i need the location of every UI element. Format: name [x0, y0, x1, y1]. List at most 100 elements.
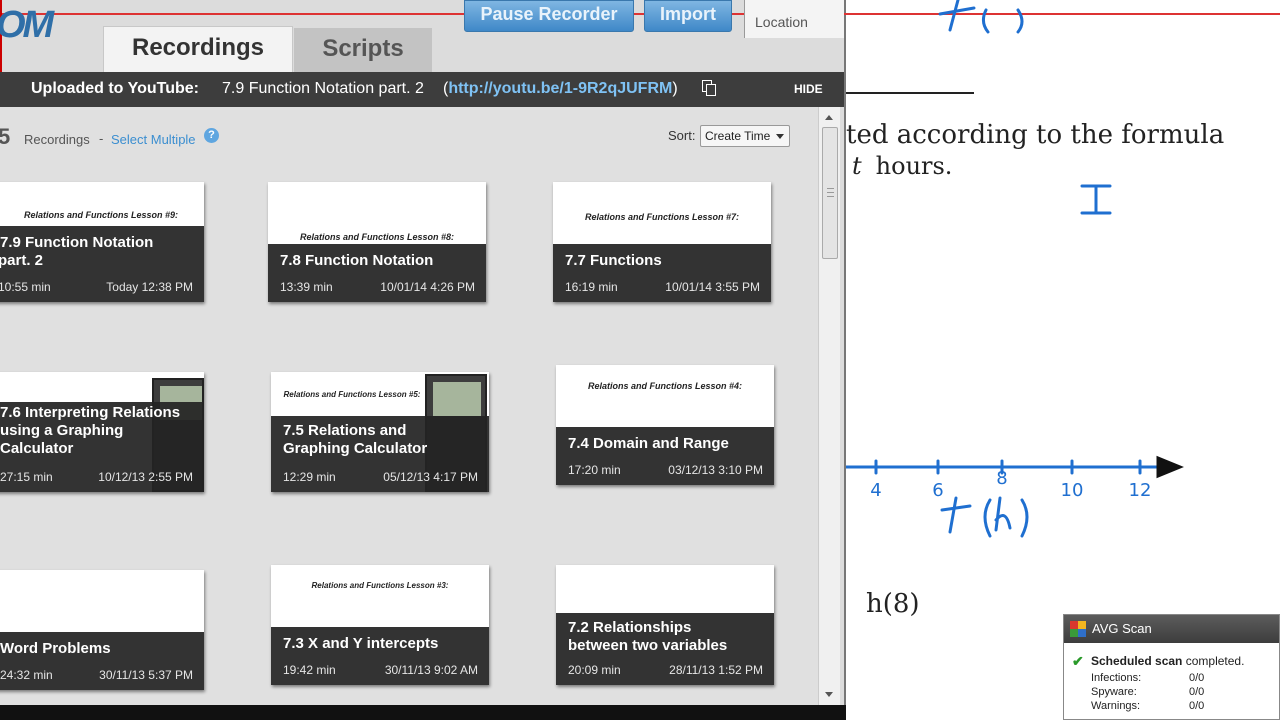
- hide-banner-button[interactable]: HIDE: [794, 82, 823, 96]
- recording-duration: 27:15 min: [0, 470, 53, 484]
- select-multiple-link[interactable]: Select Multiple: [111, 132, 196, 147]
- tick-label: 4: [870, 480, 881, 501]
- recording-title: 7.7 Functions: [565, 252, 662, 269]
- recording-card[interactable]: Word Problems 24:32 min 30/11/13 5:37 PM: [0, 570, 204, 690]
- copy-link-icon[interactable]: [702, 80, 718, 96]
- recording-title: 7.8 Function Notation: [280, 252, 434, 269]
- avg-row-value: 0/0: [1189, 686, 1205, 698]
- location-panel[interactable]: Location: [744, 0, 844, 38]
- recording-title: 7.5 Relations and: [283, 422, 407, 439]
- avg-notification[interactable]: AVG Scan ✔ Scheduled scan completed. Inf…: [1063, 614, 1280, 720]
- avg-row-infections: Infections: 0/0: [1091, 672, 1204, 684]
- thumbnail-title: Relations and Functions Lesson #7:: [584, 212, 740, 222]
- recording-info: 7.3 X and Y intercepts 19:42 min 30/11/1…: [271, 627, 489, 685]
- recording-date: Today 12:38 PM: [106, 280, 193, 294]
- recording-duration: 17:20 min: [568, 463, 621, 477]
- recording-title: 7.9 Function Notation: [0, 234, 154, 251]
- recorder-app-window: OM Pause Recorder Import Location Record…: [0, 0, 846, 720]
- avg-status-rest: completed.: [1185, 654, 1245, 668]
- recording-title-line3: Calculator: [0, 440, 74, 457]
- avg-status-bold: Scheduled scan: [1091, 654, 1183, 668]
- avg-row-warnings: Warnings: 0/0: [1091, 700, 1204, 712]
- recording-info: 7.9 Function Notation part. 2 10:55 min …: [0, 226, 204, 302]
- recording-card[interactable]: Relations and Functions Lesson #3: 7.3 X…: [271, 565, 489, 685]
- tick-label: 8: [996, 468, 1007, 489]
- avg-status: Scheduled scan completed.: [1091, 654, 1244, 668]
- url-close-paren: ): [672, 80, 678, 97]
- recording-duration: 16:19 min: [565, 280, 618, 294]
- banner-title: 7.9 Function Notation part. 2: [222, 80, 424, 97]
- recording-date: 30/11/13 9:02 AM: [384, 663, 478, 677]
- recording-info: Word Problems 24:32 min 30/11/13 5:37 PM: [0, 632, 204, 690]
- recording-title: Word Problems: [0, 640, 111, 657]
- recording-card[interactable]: 7.6 Interpreting Relations using a Graph…: [0, 372, 204, 492]
- recording-date: 10/01/14 4:26 PM: [380, 280, 475, 294]
- recording-date: 03/12/13 3:10 PM: [668, 463, 763, 477]
- sort-dropdown[interactable]: Create Time: [700, 125, 790, 147]
- tab-scripts[interactable]: Scripts: [294, 28, 432, 72]
- recording-title: 7.4 Domain and Range: [568, 435, 729, 452]
- handwriting-t: [940, 496, 972, 534]
- recording-date: 05/12/13 4:17 PM: [383, 470, 478, 484]
- avg-row-label: Warnings:: [1091, 700, 1141, 712]
- thumbnail-title: Relations and Functions Lesson #9:: [23, 210, 179, 220]
- tick-label: 6: [932, 480, 943, 501]
- recordings-label: Recordings: [24, 132, 90, 147]
- recording-card[interactable]: Relations and Functions Lesson #7: 7.7 F…: [553, 182, 771, 302]
- recording-info: 7.4 Domain and Range 17:20 min 03/12/13 …: [556, 427, 774, 485]
- recording-date: 28/11/13 1:52 PM: [669, 663, 763, 677]
- avg-row-label: Infections:: [1091, 672, 1142, 684]
- handwriting-h: [994, 496, 1012, 532]
- tick-label: 10: [1061, 480, 1084, 501]
- recording-card[interactable]: 7.2 Relationships between two variables …: [556, 565, 774, 685]
- app-logo: OM: [0, 4, 54, 46]
- thumbnail-title: Relations and Functions Lesson #3:: [311, 581, 449, 590]
- recording-duration: 12:29 min: [283, 470, 336, 484]
- banner-label: Uploaded to YouTube:: [31, 80, 199, 97]
- recording-card[interactable]: Relations and Functions Lesson #5: 7.5 R…: [271, 372, 489, 492]
- number-line-arrow: [1156, 455, 1184, 479]
- youtube-link[interactable]: http://youtu.be/1-9R2qJUFRM: [448, 80, 672, 97]
- recording-card[interactable]: Relations and Functions Lesson #4: 7.4 D…: [556, 365, 774, 485]
- math-document: ted according to the formula t hours. h(8…: [846, 0, 1280, 720]
- recording-title-line2: part. 2: [0, 252, 44, 269]
- recording-info: 7.5 Relations and Graphing Calculator 12…: [271, 416, 489, 492]
- recording-title: 7.3 X and Y intercepts: [283, 635, 439, 652]
- handwriting-top-t: [938, 0, 976, 32]
- avg-title: AVG Scan: [1092, 621, 1152, 636]
- recording-duration: 24:32 min: [0, 668, 53, 682]
- tick-label: 12: [1129, 480, 1152, 501]
- recording-title: 7.6 Interpreting Relations: [0, 404, 181, 421]
- scrollbar-thumb[interactable]: [822, 127, 838, 259]
- tab-recordings[interactable]: Recordings: [103, 26, 293, 72]
- banner-url-wrap: (http://youtu.be/1-9R2qJUFRM): [443, 80, 678, 98]
- scroll-up-icon[interactable]: [825, 115, 833, 120]
- handwriting-i-mark: [1080, 184, 1112, 215]
- scroll-down-icon[interactable]: [825, 692, 833, 697]
- vertical-scrollbar[interactable]: [818, 107, 840, 705]
- pause-recorder-button[interactable]: Pause Recorder: [464, 0, 634, 32]
- thumbnail-title: Relations and Functions Lesson #8:: [299, 232, 455, 242]
- screen: ted according to the formula t hours. h(8…: [0, 0, 1280, 720]
- chevron-down-icon: [776, 134, 784, 139]
- checkmark-icon: ✔: [1072, 653, 1084, 669]
- recording-duration: 13:39 min: [280, 280, 333, 294]
- recording-duration: 20:09 min: [568, 663, 621, 677]
- recording-date: 30/11/13 5:37 PM: [99, 668, 193, 682]
- recording-info: 7.7 Functions 16:19 min 10/01/14 3:55 PM: [553, 244, 771, 302]
- thumbnail-title: Relations and Functions Lesson #4:: [587, 381, 743, 391]
- recording-info: 7.2 Relationships between two variables …: [556, 613, 774, 685]
- recording-card[interactable]: Relations and Functions Lesson #9: 7.9 F…: [0, 182, 204, 302]
- avg-row-label: Spyware:: [1091, 686, 1137, 698]
- help-icon[interactable]: ?: [204, 128, 219, 143]
- recording-duration: 10:55 min: [0, 280, 51, 294]
- bottom-bar: [0, 705, 846, 720]
- recording-title-line2: using a Graphing: [0, 422, 124, 439]
- location-label: Location: [755, 14, 808, 30]
- recording-card[interactable]: Relations and Functions Lesson #8: 7.8 F…: [268, 182, 486, 302]
- avg-row-spyware: Spyware: 0/0: [1091, 686, 1204, 698]
- avg-row-value: 0/0: [1189, 672, 1205, 684]
- recording-date: 10/12/13 2:55 PM: [98, 470, 193, 484]
- import-button[interactable]: Import: [644, 0, 732, 32]
- handwriting-top-parens: [981, 8, 1024, 34]
